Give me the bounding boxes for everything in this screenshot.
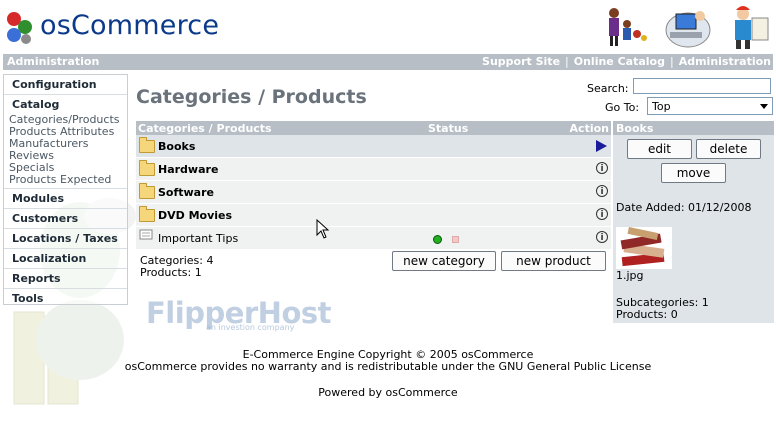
footer-copyright: E-Commerce Engine Copyright © 2005 osCom… [0, 349, 776, 373]
header-illustration [609, 6, 769, 49]
search-input[interactable] [633, 78, 771, 94]
edit-button[interactable]: edit [627, 139, 692, 159]
table-header: Categories / Products Status Action [136, 121, 611, 135]
online-catalog-link[interactable]: Online Catalog [574, 55, 665, 68]
info-icon[interactable]: i [596, 185, 608, 197]
image-filename: 1.jpg [616, 269, 644, 282]
move-button[interactable]: move [661, 163, 726, 183]
status-inactive-red-icon[interactable] [452, 236, 459, 243]
menu-catalog-products-expected[interactable]: Products Expected [4, 174, 127, 189]
oscommerce-logo-icon [7, 12, 32, 44]
panel-title: Books [616, 122, 654, 135]
info-icon[interactable]: i [596, 162, 608, 174]
menu-tools[interactable]: Tools [4, 289, 127, 308]
product-preview-icon [139, 229, 153, 240]
footer-line-2: osCommerce provides no warranty and is r… [124, 360, 652, 373]
selected-arrow-icon [596, 140, 607, 152]
table-row-dvd-movies[interactable]: DVD Movies i [136, 204, 611, 227]
info-icon[interactable]: i [596, 208, 608, 220]
delete-button[interactable]: delete [696, 139, 761, 159]
goto-select[interactable]: Top [647, 97, 773, 115]
column-header-status: Status [428, 122, 469, 135]
category-info-panel: Books edit delete move Date Added: 01/12… [613, 121, 774, 323]
page-title: Categories / Products [136, 86, 367, 108]
goto-label: Go To: [605, 101, 640, 114]
mouse-cursor-icon [316, 219, 330, 239]
table-row-important-tips[interactable]: Important Tips i [136, 227, 611, 250]
folder-icon [139, 137, 155, 153]
category-name: Books [158, 140, 196, 153]
administration-link[interactable]: Administration [679, 55, 771, 68]
menu-locations-taxes[interactable]: Locations / Taxes [4, 229, 127, 249]
menu-catalog[interactable]: Catalog [4, 95, 127, 114]
folder-icon [139, 160, 155, 176]
folder-icon [139, 183, 155, 199]
menu-configuration[interactable]: Configuration [4, 75, 127, 95]
watermark-subtext: an investion company [206, 323, 295, 332]
product-name: Important Tips [158, 232, 239, 245]
products-count: Products: 1 [140, 266, 202, 279]
panel-header: Books [613, 121, 774, 135]
left-navigation-menu: Configuration Catalog Categories/Product… [3, 74, 128, 305]
menu-localization[interactable]: Localization [4, 249, 127, 269]
chevron-down-icon [760, 104, 768, 109]
status-active-green-icon[interactable] [433, 235, 442, 244]
menu-modules[interactable]: Modules [4, 189, 127, 209]
menu-customers[interactable]: Customers [4, 209, 127, 229]
table-row-software[interactable]: Software i [136, 181, 611, 204]
topbar-separator: | [565, 55, 569, 68]
column-header-name: Categories / Products [138, 122, 272, 135]
footer-powered-by: Powered by osCommerce [318, 386, 458, 399]
goto-selected-value: Top [652, 100, 671, 113]
column-header-action: Action [569, 122, 609, 135]
support-site-link[interactable]: Support Site [482, 55, 560, 68]
search-label: Search: [587, 82, 629, 95]
oscommerce-logo-text: osCommerce [40, 10, 220, 41]
category-name: DVD Movies [158, 209, 233, 222]
admin-top-bar: Administration Support Site | Online Catal… [3, 54, 773, 70]
table-row-books[interactable]: Books [136, 135, 611, 158]
info-icon[interactable]: i [596, 231, 608, 243]
topbar-separator: | [669, 55, 674, 68]
category-image-books-icon [616, 227, 672, 269]
date-added: Date Added: 01/12/2008 [616, 201, 752, 214]
panel-products-count: Products: 0 [616, 308, 678, 321]
category-name: Software [158, 186, 214, 199]
new-category-button[interactable]: new category [392, 251, 496, 271]
new-product-button[interactable]: new product [501, 251, 606, 271]
menu-reports[interactable]: Reports [4, 269, 127, 289]
table-row-hardware[interactable]: Hardware i [136, 158, 611, 181]
topbar-title: Administration [7, 55, 100, 68]
category-name: Hardware [158, 163, 219, 176]
folder-icon [139, 206, 155, 222]
